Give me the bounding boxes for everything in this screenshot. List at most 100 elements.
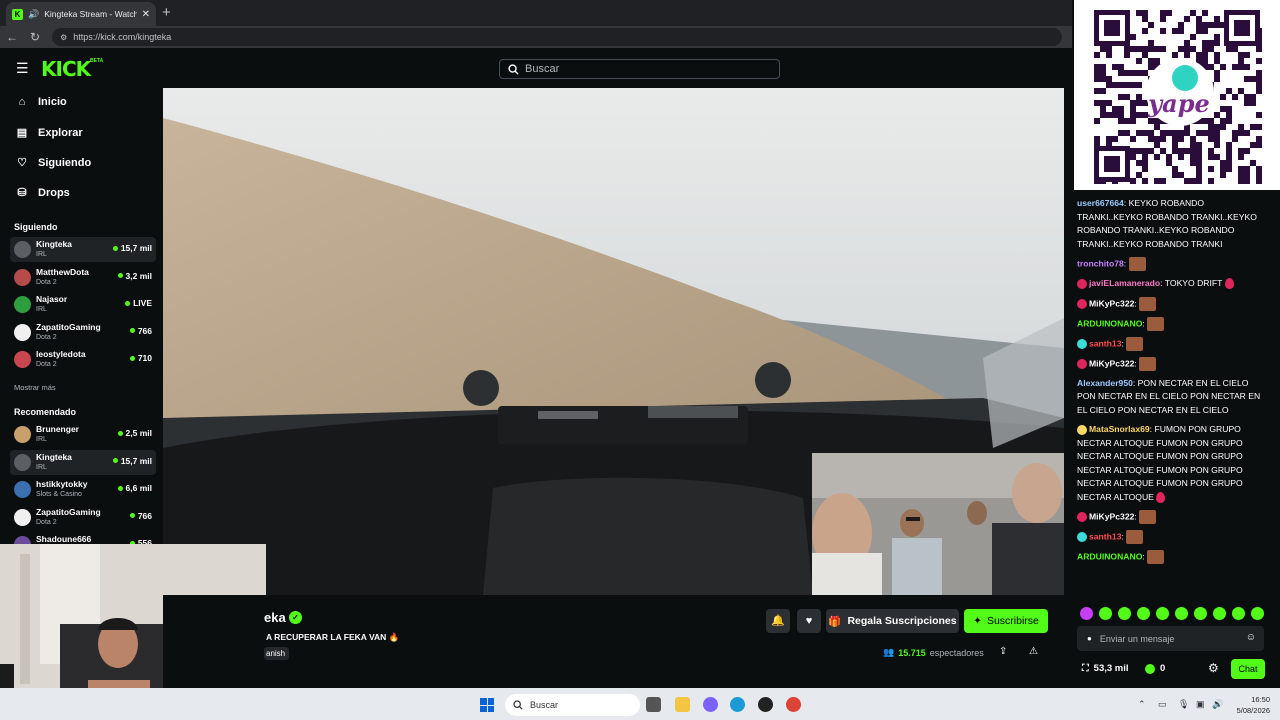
- chrome-icon[interactable]: [786, 697, 801, 712]
- nav-inicio[interactable]: ⌂ Inicio: [16, 96, 67, 108]
- emote-icon: [1139, 296, 1157, 311]
- emote-icon[interactable]: [1251, 607, 1264, 620]
- sidebar-channel-matthewdota[interactable]: MatthewDota Dota 2 3,2 mil: [10, 265, 156, 290]
- user-badge-icon: [1077, 532, 1087, 542]
- emoji-icon[interactable]: ☺: [1246, 632, 1256, 643]
- file-explorer-icon[interactable]: [675, 697, 690, 712]
- chat-username[interactable]: tronchito78: [1077, 258, 1124, 268]
- emote-icon[interactable]: [1194, 607, 1207, 620]
- nav-drops[interactable]: ⛁ Drops: [16, 186, 69, 200]
- emote-icon: [1139, 356, 1157, 371]
- emote-icon[interactable]: [1156, 607, 1169, 620]
- emote-icon[interactable]: [1137, 607, 1150, 620]
- obs-icon[interactable]: [758, 697, 773, 712]
- chat-username[interactable]: ARDUINONANO: [1077, 551, 1142, 561]
- sidebar-channel-brunenger[interactable]: Brunenger IRL 2,5 mil: [10, 422, 156, 447]
- taskbar-search[interactable]: Buscar: [505, 694, 640, 716]
- viewer-count: 766: [129, 326, 152, 336]
- share-icon[interactable]: ⇪: [999, 646, 1007, 657]
- channel-points[interactable]: ⛶ 53,3 mil: [1082, 663, 1129, 674]
- chat-username[interactable]: MiKyPc322: [1089, 298, 1134, 308]
- chat-input[interactable]: ● Enviar un mensaje ☺: [1077, 626, 1264, 651]
- kicks-balance[interactable]: 0: [1145, 663, 1165, 674]
- passengers-image: [812, 453, 1064, 595]
- chat-username[interactable]: Alexander950: [1077, 378, 1133, 388]
- chat-username[interactable]: ARDUINONANO: [1077, 318, 1142, 328]
- camera-icon[interactable]: ▭: [1158, 699, 1167, 710]
- report-icon[interactable]: ⚠: [1029, 646, 1038, 657]
- avatar: [14, 351, 31, 368]
- edge-icon[interactable]: [730, 697, 745, 712]
- sidebar-channel-kingteka[interactable]: Kingteka IRL 15,7 mil: [10, 449, 156, 475]
- copilot-icon[interactable]: [703, 697, 718, 712]
- emote-icon[interactable]: [1232, 607, 1245, 620]
- chat-send-button[interactable]: Chat: [1231, 659, 1265, 679]
- chat-text: :: [1134, 297, 1137, 308]
- tray-chevron-icon[interactable]: ⌃: [1138, 699, 1146, 710]
- browser-tab-bar: [0, 0, 1072, 26]
- chat-username[interactable]: santh13: [1089, 338, 1121, 348]
- volume-icon[interactable]: 🔊: [1212, 699, 1223, 710]
- channel-category: IRL: [36, 251, 47, 258]
- chat-username[interactable]: MiKyPc322: [1089, 511, 1134, 521]
- browser-tab[interactable]: K 🔊 Kingteka Stream - Watch Live ✕: [6, 2, 156, 26]
- back-icon[interactable]: ←: [6, 30, 18, 44]
- kick-logo[interactable]: KICK: [41, 57, 91, 81]
- language-tag[interactable]: anish: [264, 647, 290, 660]
- chat-username[interactable]: santh13: [1089, 531, 1121, 541]
- sidebar-channel-zapatitogaming[interactable]: ZapatitoGaming Dota 2 766: [10, 320, 156, 345]
- viewer-count: 766: [129, 511, 152, 521]
- follow-heart-button[interactable]: ♥: [797, 609, 821, 633]
- avatar: [14, 508, 31, 526]
- windows-start-icon[interactable]: [480, 698, 494, 712]
- streamer-name[interactable]: eka: [264, 610, 286, 625]
- show-more-link[interactable]: Mostrar más: [14, 383, 56, 392]
- sidebar-channel-kingteka[interactable]: Kingteka IRL 15,7 mil: [10, 237, 156, 262]
- chat-messages: user667664: KEYKO ROBANDO TRANKI..KEYKO …: [1077, 197, 1267, 570]
- sidebar-channel-hstikkytokky[interactable]: hstikkytokky Slots & Casino 6,6 mil: [10, 477, 156, 502]
- emote-icon[interactable]: [1175, 607, 1188, 620]
- address-bar-row: ← ↻ ⚙ https://kick.com/kingteka: [0, 26, 1072, 48]
- channel-category: Dota 2: [36, 518, 57, 526]
- task-view-icon[interactable]: [646, 697, 661, 712]
- gift-subs-button[interactable]: 🎁 Regala Suscripciones: [826, 609, 959, 633]
- close-tab-icon[interactable]: ✕: [142, 9, 150, 20]
- emote-icon[interactable]: [1080, 607, 1093, 620]
- new-tab-button[interactable]: +: [162, 4, 171, 21]
- menu-icon[interactable]: ☰: [16, 60, 29, 77]
- notification-bell-button[interactable]: 🔔: [766, 609, 790, 633]
- live-dot-icon: [125, 300, 131, 306]
- subscribe-button[interactable]: ✦ Suscribirse: [964, 609, 1048, 633]
- chat-message: MiKyPc322:: [1077, 296, 1267, 311]
- chat-message: MiKyPc322:: [1077, 510, 1267, 524]
- chat-message: Alexander950: PON NECTAR EN EL CIELO PON…: [1077, 377, 1267, 418]
- emote-icon[interactable]: [1099, 607, 1112, 620]
- chat-username[interactable]: user667664: [1077, 198, 1124, 208]
- chat-username[interactable]: javiELamanerado: [1089, 278, 1160, 288]
- search-input[interactable]: Buscar: [499, 59, 780, 79]
- site-info-icon[interactable]: ⚙: [60, 33, 67, 42]
- microphone-icon[interactable]: 🎙: [1178, 699, 1189, 710]
- system-clock[interactable]: 16:50 5/08/2026: [1228, 694, 1270, 716]
- avatar: [14, 323, 31, 341]
- viewer-value: 3,2 mil: [125, 270, 152, 281]
- nav-label: Siguiendo: [38, 156, 92, 169]
- network-icon[interactable]: ▣: [1196, 699, 1205, 710]
- chat-username[interactable]: MataSnorlax69: [1089, 424, 1150, 434]
- emote-icon[interactable]: [1213, 607, 1226, 620]
- emote-icon[interactable]: [1118, 607, 1131, 620]
- emote-icon: [1128, 257, 1146, 271]
- chat-message: MiKyPc322:: [1077, 356, 1267, 371]
- chat-username[interactable]: MiKyPc322: [1089, 358, 1134, 368]
- sidebar-channel-zapatitogaming[interactable]: ZapatitoGaming Dota 2 766: [10, 505, 156, 530]
- speaker-icon[interactable]: 🔊: [28, 9, 39, 20]
- chat-settings-icon[interactable]: ⚙: [1208, 661, 1219, 675]
- url-field[interactable]: ⚙ https://kick.com/kingteka: [52, 28, 1063, 46]
- channel-name: Brunenger: [36, 424, 79, 434]
- nav-siguiendo[interactable]: ♡ Siguiendo: [16, 156, 92, 170]
- sidebar-channel-najasor[interactable]: Najasor IRL LIVE: [10, 292, 156, 317]
- nav-explorar[interactable]: ▤ Explorar: [16, 126, 83, 140]
- avatar: [14, 453, 31, 471]
- sidebar-channel-leostyledota[interactable]: leostyledota Dota 2 710: [10, 347, 156, 372]
- reload-icon[interactable]: ↻: [30, 30, 40, 44]
